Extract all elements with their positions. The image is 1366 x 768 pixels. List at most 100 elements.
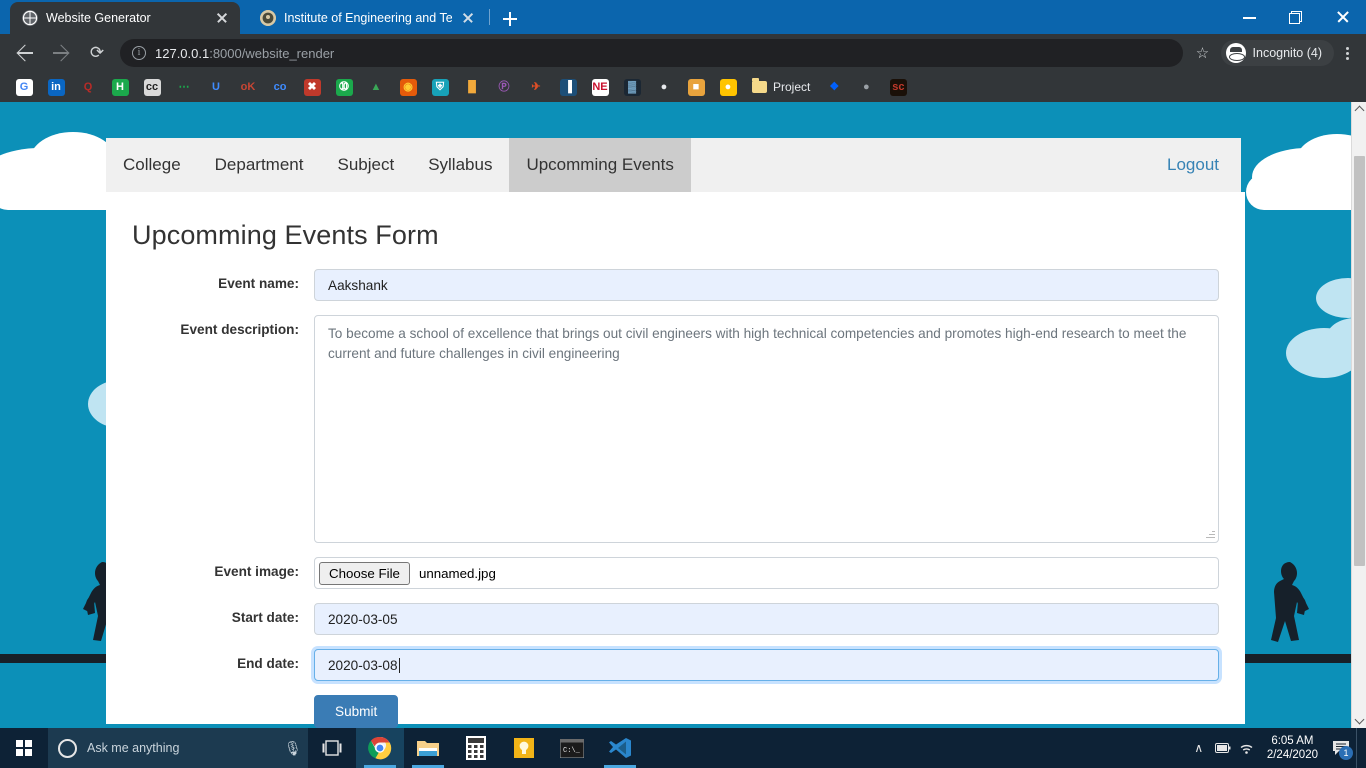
taskbar-vscode-icon[interactable] — [596, 728, 644, 768]
wifi-icon[interactable] — [1235, 728, 1259, 768]
bookmark-oracle[interactable]: oK — [232, 74, 264, 100]
bookmark-analytics[interactable]: █ — [456, 74, 488, 100]
start-date-input[interactable]: 2020-03-05 — [314, 603, 1219, 635]
bookmark-folder-project-folder[interactable]: Project — [744, 74, 818, 100]
google-drive-icon: ▲ — [367, 78, 385, 96]
bookmark-adobe[interactable]: ✈ — [520, 74, 552, 100]
bookmark-ne-news[interactable]: NE — [584, 74, 616, 100]
bookmark-codeforces[interactable]: co — [264, 74, 296, 100]
event-image-file-input[interactable]: Choose File unnamed.jpg — [314, 557, 1219, 589]
form-row-start-date: Start date: 2020-03-05 — [132, 603, 1219, 635]
address-bar[interactable]: i 127.0.0.1:8000/website_render — [120, 39, 1183, 67]
taskbar-command-prompt-icon[interactable]: C:\_ — [548, 728, 596, 768]
taskbar-file-explorer-icon[interactable] — [404, 728, 452, 768]
back-icon[interactable] — [8, 38, 42, 68]
bookmark-red-app[interactable]: ✖ — [296, 74, 328, 100]
bookmark-github[interactable]: ● — [648, 74, 680, 100]
site-info-icon[interactable]: i — [132, 46, 146, 60]
bookmark-linkedin[interactable]: in — [40, 74, 72, 100]
bookmark-shield[interactable]: ⛨ — [424, 74, 456, 100]
event-description-textarea[interactable]: To become a school of excellence that br… — [314, 315, 1219, 543]
task-view-icon[interactable] — [308, 728, 356, 768]
event-description-label: Event description: — [180, 322, 299, 337]
end-date-input[interactable]: 2020-03-08 — [314, 649, 1219, 681]
bookmark-sc-app[interactable]: sc — [882, 74, 914, 100]
scrollbar-thumb[interactable] — [1354, 156, 1365, 566]
bookmark-hr-dotted[interactable]: ⋯ — [168, 74, 200, 100]
taskbar-clock[interactable]: 6:05 AM 2/24/2020 — [1259, 734, 1326, 762]
github-icon: ● — [655, 78, 673, 96]
close-window-button[interactable] — [1320, 0, 1366, 34]
minimize-button[interactable] — [1228, 0, 1274, 34]
maximize-button[interactable] — [1274, 0, 1320, 34]
coursera-icon: ● — [719, 78, 737, 96]
cloud-shape — [1246, 174, 1366, 210]
nav-item-upcomming-events[interactable]: Upcomming Events — [509, 138, 691, 192]
bookmark-coursera[interactable]: ● — [712, 74, 744, 100]
shield-icon: ⛨ — [431, 78, 449, 96]
bookmark-whatsapp[interactable]: ➉ — [328, 74, 360, 100]
bookmark-hackerrank[interactable]: H — [104, 74, 136, 100]
notification-center-button[interactable]: 1 — [1326, 728, 1356, 768]
bookmark-dark-doc[interactable]: ▓ — [616, 74, 648, 100]
close-icon[interactable] — [214, 10, 230, 26]
bookmark-purple-app[interactable]: Ⓟ — [488, 74, 520, 100]
microphone-icon[interactable]: 🎙 — [284, 740, 302, 757]
bookmark-quora[interactable]: Q — [72, 74, 104, 100]
submit-spacer — [132, 695, 314, 702]
close-icon[interactable] — [460, 10, 476, 26]
hackerrank-icon: H — [111, 78, 129, 96]
forward-icon[interactable] — [44, 38, 78, 68]
event-name-input[interactable]: Aakshank — [314, 269, 1219, 301]
profile-incognito-chip[interactable]: Incognito (4) — [1220, 40, 1334, 66]
kebab-menu-icon[interactable] — [1336, 38, 1358, 68]
bookmark-label: Project — [773, 80, 811, 94]
bookmark-blue-doc[interactable]: ▐ — [552, 74, 584, 100]
form-row-event-description: Event description: To become a school of… — [132, 315, 1219, 543]
scroll-down-icon[interactable] — [1352, 713, 1366, 728]
battery-icon[interactable] — [1211, 728, 1235, 768]
bookmark-quiz-orange[interactable]: ■ — [680, 74, 712, 100]
reload-icon[interactable]: ⟳ — [80, 38, 114, 68]
page-title: Upcomming Events Form — [132, 220, 439, 250]
tab-strip: Website Generator Institute of Engineeri… — [0, 0, 1366, 34]
whatsapp-icon: ➉ — [335, 78, 353, 96]
scroll-up-icon[interactable] — [1352, 102, 1366, 117]
bookmark-dropbox[interactable]: ❖ — [818, 74, 850, 100]
show-hidden-icons-chevron-icon[interactable]: ∧ — [1187, 728, 1211, 768]
firefox-icon: ◉ — [399, 78, 417, 96]
url-text: 127.0.0.1:8000/website_render — [155, 46, 334, 61]
adobe-icon: ✈ — [527, 78, 545, 96]
start-button[interactable] — [0, 728, 48, 768]
page-scrollbar[interactable] — [1351, 102, 1366, 728]
nav-item-subject[interactable]: Subject — [320, 138, 411, 192]
system-tray: ∧ 6:05 AM 2/24/2020 1 — [1187, 728, 1366, 768]
form-row-end-date: End date: 2020-03-08 — [132, 649, 1219, 681]
browser-tab-institute[interactable]: Institute of Engineering and Tech — [248, 2, 486, 34]
nav-item-syllabus[interactable]: Syllabus — [411, 138, 509, 192]
bookmark-google-drive[interactable]: ▲ — [360, 74, 392, 100]
dark-doc-icon: ▓ — [623, 78, 641, 96]
bookmark-grey-bulb[interactable]: ● — [850, 74, 882, 100]
bookmark-star-icon[interactable]: ☆ — [1191, 44, 1215, 62]
taskbar-search[interactable]: Ask me anything 🎙 — [48, 728, 308, 768]
bookmark-firefox[interactable]: ◉ — [392, 74, 424, 100]
form-row-submit: Submit — [132, 695, 1219, 728]
taskbar-calculator-icon[interactable] — [452, 728, 500, 768]
resize-handle-icon[interactable] — [1204, 528, 1216, 540]
bookmark-creative-commons[interactable]: cc — [136, 74, 168, 100]
svg-text:C:\_: C:\_ — [563, 747, 581, 755]
submit-button[interactable]: Submit — [314, 695, 399, 728]
taskbar-sticky-notes-icon[interactable] — [500, 728, 548, 768]
tab-title: Website Generator — [46, 11, 151, 25]
nav-item-department[interactable]: Department — [198, 138, 321, 192]
new-tab-button[interactable] — [497, 6, 523, 32]
bookmark-unacademy[interactable]: U — [200, 74, 232, 100]
browser-tab-website-generator[interactable]: Website Generator — [10, 2, 240, 34]
logout-link[interactable]: Logout — [1167, 138, 1241, 192]
bookmark-google[interactable]: G — [8, 74, 40, 100]
nav-item-college[interactable]: College — [106, 138, 198, 192]
taskbar-chrome-icon[interactable] — [356, 728, 404, 768]
choose-file-button[interactable]: Choose File — [319, 561, 410, 585]
show-desktop-button[interactable] — [1356, 728, 1362, 768]
